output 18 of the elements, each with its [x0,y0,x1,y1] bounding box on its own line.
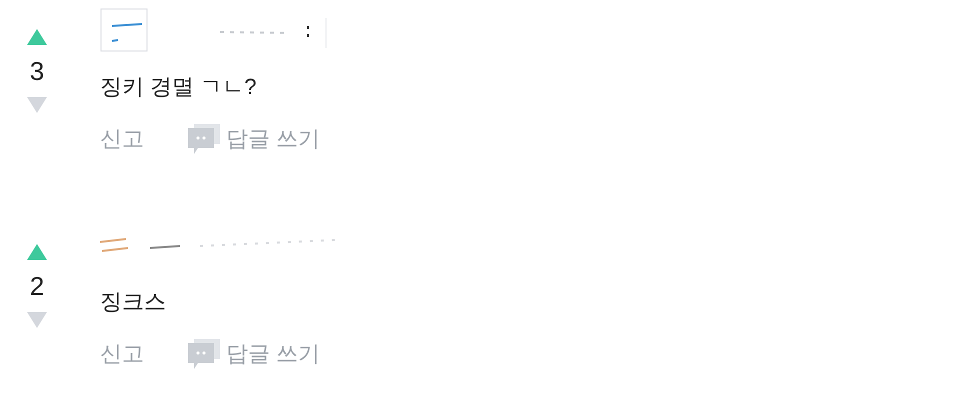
triangle-up-icon [27,29,47,45]
comment-text: 징크스 [100,288,167,316]
triangle-down-icon [27,312,47,328]
comment-text: 징키 경멸 ㄱㄴ? [100,73,258,101]
triangle-down-icon [27,97,47,113]
chat-bubble-icon [188,339,220,369]
downvote-button[interactable] [26,311,48,329]
upvote-button[interactable] [26,28,48,46]
reply-button[interactable]: 답글 쓰기 [188,124,320,154]
chat-bubble-icon [188,124,220,154]
triangle-up-icon [27,244,47,260]
report-link[interactable]: 신고 [100,124,144,154]
upvote-button[interactable] [26,243,48,261]
vote-count: 3 [30,56,44,86]
downvote-button[interactable] [26,96,48,114]
reply-button[interactable]: 답글 쓰기 [188,339,320,369]
report-link[interactable]: 신고 [100,339,144,369]
vote-count: 2 [30,271,44,301]
